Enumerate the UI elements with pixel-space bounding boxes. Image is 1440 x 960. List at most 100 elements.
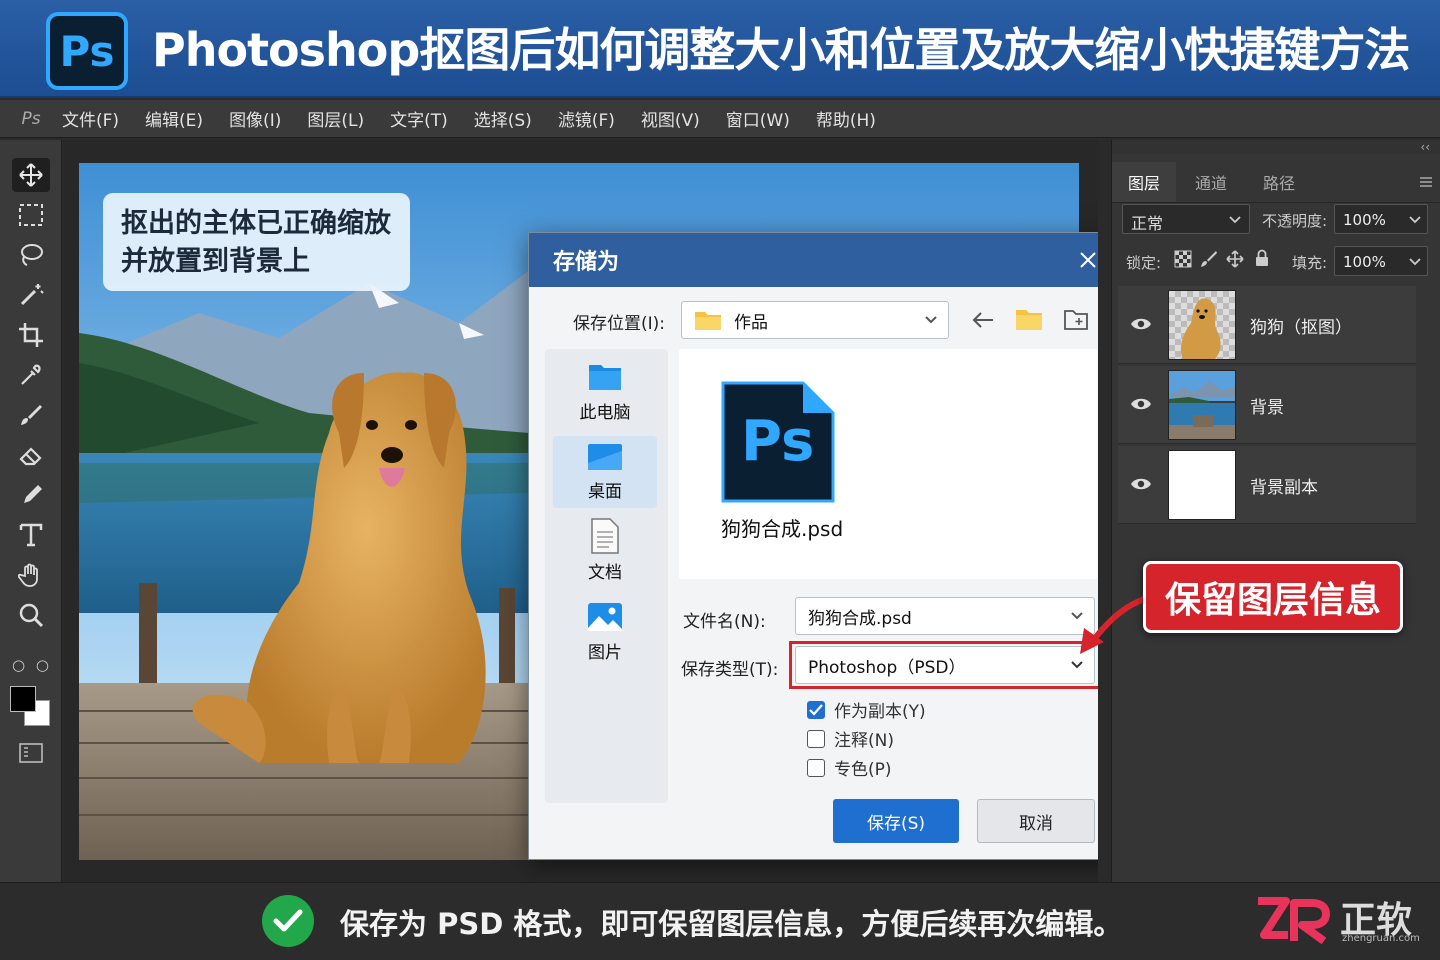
- eyedropper-tool-icon[interactable]: [12, 358, 50, 392]
- move-tool-icon[interactable]: [12, 158, 50, 192]
- zoom-tool-icon[interactable]: [12, 598, 50, 632]
- option-notes[interactable]: 注释(N): [807, 726, 894, 751]
- eye-icon[interactable]: [1130, 396, 1152, 416]
- tab-channels[interactable]: 通道: [1178, 162, 1244, 202]
- location-value: 作品: [734, 312, 768, 333]
- footer-caption: 保存为 PSD 格式，即可保留图层信息，方便后续再次编辑。 正软 zhengru…: [0, 882, 1440, 960]
- cancel-button[interactable]: 取消: [977, 799, 1095, 843]
- chevron-down-icon: [925, 316, 937, 324]
- document-icon: [591, 518, 619, 554]
- collapse-panel-icon[interactable]: ‹‹: [1420, 140, 1430, 154]
- marquee-tool-icon[interactable]: [12, 198, 50, 232]
- menu-bar: Ps 文件(F) 编辑(E) 图像(I) 图层(L) 文字(T) 选择(S) 滤…: [0, 100, 1440, 138]
- menu-type[interactable]: 文字(T): [390, 106, 448, 131]
- panel-menu-icon[interactable]: [1418, 174, 1434, 193]
- menu-layer[interactable]: 图层(L): [307, 106, 364, 131]
- filename-value: 狗狗合成.psd: [808, 608, 912, 629]
- layer-row[interactable]: 背景副本: [1118, 446, 1416, 524]
- pen-tool-icon[interactable]: [12, 478, 50, 512]
- layer-name: 狗狗（抠图）: [1250, 318, 1352, 338]
- lasso-tool-icon[interactable]: [12, 238, 50, 272]
- up-folder-icon[interactable]: [1015, 307, 1043, 335]
- divider: [1112, 202, 1440, 203]
- opacity-label: 不透明度:: [1262, 212, 1328, 230]
- filename-label: 文件名(N):: [683, 612, 766, 632]
- opacity-field[interactable]: 100%: [1334, 204, 1428, 234]
- page-title: Photoshop抠图后如何调整大小和位置及放大缩小快捷键方法: [152, 23, 1410, 77]
- menu-file[interactable]: 文件(F): [62, 106, 119, 131]
- title-banner: Ps Photoshop抠图后如何调整大小和位置及放大缩小快捷键方法: [0, 0, 1440, 98]
- lock-position-icon[interactable]: [1226, 250, 1244, 272]
- ps-menu-logo: Ps: [21, 108, 41, 129]
- location-dropdown[interactable]: 作品: [681, 301, 949, 339]
- eye-icon[interactable]: [1130, 476, 1152, 496]
- checkbox-unchecked[interactable]: [807, 729, 825, 748]
- callout-line-1: 抠出的主体已正确缩放: [121, 208, 391, 239]
- fill-value: 100%: [1343, 253, 1386, 271]
- menu-window[interactable]: 窗口(W): [726, 106, 790, 131]
- chevron-down-icon: [1071, 661, 1083, 669]
- desktop-icon: [588, 444, 622, 470]
- places-sidebar: 此电脑 桌面 文档 图片: [545, 349, 668, 803]
- place-pictures[interactable]: 图片: [553, 597, 657, 669]
- filename-field[interactable]: 狗狗合成.psd: [795, 597, 1095, 635]
- menu-edit[interactable]: 编辑(E): [145, 106, 203, 131]
- eye-icon[interactable]: [1130, 316, 1152, 336]
- save-button[interactable]: 保存(S): [833, 799, 959, 843]
- menu-view[interactable]: 视图(V): [641, 106, 700, 131]
- place-documents[interactable]: 文档: [553, 517, 657, 589]
- tab-paths[interactable]: 路径: [1246, 162, 1312, 202]
- opacity-value: 100%: [1343, 211, 1386, 229]
- menu-help[interactable]: 帮助(H): [816, 106, 876, 131]
- place-label: 图片: [588, 643, 622, 663]
- layer-name: 背景副本: [1250, 478, 1318, 498]
- hand-tool-icon[interactable]: [12, 558, 50, 592]
- place-desktop[interactable]: 桌面: [553, 436, 657, 508]
- file-name: 狗狗合成.psd: [721, 517, 844, 541]
- menu-select[interactable]: 选择(S): [474, 106, 532, 131]
- type-tool-icon[interactable]: [12, 518, 50, 552]
- filetype-label: 保存类型(T):: [681, 660, 779, 680]
- lock-brush-icon[interactable]: [1200, 250, 1218, 272]
- layers-panel: 图层 通道 路径 正常 不透明度: 100% 锁定: 填充: 100% 狗狗（抠…: [1112, 154, 1440, 882]
- menu-image[interactable]: 图像(I): [229, 106, 281, 131]
- brand-url: zhengruan.com: [1342, 933, 1420, 944]
- crop-tool-icon[interactable]: [12, 318, 50, 352]
- option-spot-colors[interactable]: 专色(P): [807, 755, 892, 780]
- option-label: 专色(P): [834, 760, 892, 780]
- fill-label: 填充:: [1292, 254, 1328, 272]
- quick-mask-icon[interactable]: [12, 736, 50, 770]
- folder-icon: [695, 312, 721, 330]
- fill-field[interactable]: 100%: [1334, 246, 1428, 276]
- layer-name: 背景: [1250, 398, 1284, 418]
- blend-mode-dropdown[interactable]: 正常: [1122, 204, 1250, 234]
- tab-layers[interactable]: 图层: [1112, 162, 1176, 202]
- lock-transparent-icon[interactable]: [1174, 250, 1192, 272]
- file-item[interactable]: Ps 狗狗合成.psd: [721, 381, 845, 541]
- checkbox-unchecked[interactable]: [807, 758, 825, 777]
- back-arrow-icon[interactable]: [971, 309, 995, 335]
- menu-filter[interactable]: 滤镜(F): [558, 106, 615, 131]
- color-swatches[interactable]: [10, 686, 54, 730]
- swap-colors-icon[interactable]: ○ ○: [12, 656, 52, 674]
- magic-wand-tool-icon[interactable]: [12, 278, 50, 312]
- panel-strip: [1098, 140, 1112, 882]
- layer-row[interactable]: 背景: [1118, 366, 1416, 444]
- filetype-dropdown[interactable]: Photoshop（PSD）: [795, 646, 1095, 684]
- place-this-pc[interactable]: 此电脑: [553, 357, 657, 429]
- layer-row[interactable]: 狗狗（抠图）: [1118, 286, 1416, 364]
- psd-icon-label: Ps: [741, 409, 815, 474]
- dialog-title: 存储为: [553, 250, 620, 275]
- eraser-tool-icon[interactable]: [12, 438, 50, 472]
- new-folder-icon[interactable]: [1063, 307, 1089, 335]
- canvas-callout: 抠出的主体已正确缩放 并放置到背景上: [103, 193, 410, 291]
- psd-file-icon: Ps: [721, 381, 835, 503]
- brush-tool-icon[interactable]: [12, 398, 50, 432]
- lock-label: 锁定:: [1126, 254, 1162, 272]
- callout-line-2: 并放置到背景上: [121, 246, 310, 277]
- right-panel: ‹‹ 图层 通道 路径 正常 不透明度: 100% 锁定: 填充: 100% 狗…: [1098, 140, 1440, 882]
- option-as-copy[interactable]: 作为副本(Y): [807, 697, 926, 722]
- foreground-color-swatch[interactable]: [10, 686, 36, 712]
- checkbox-checked[interactable]: [807, 700, 825, 719]
- lock-all-icon[interactable]: [1254, 249, 1270, 271]
